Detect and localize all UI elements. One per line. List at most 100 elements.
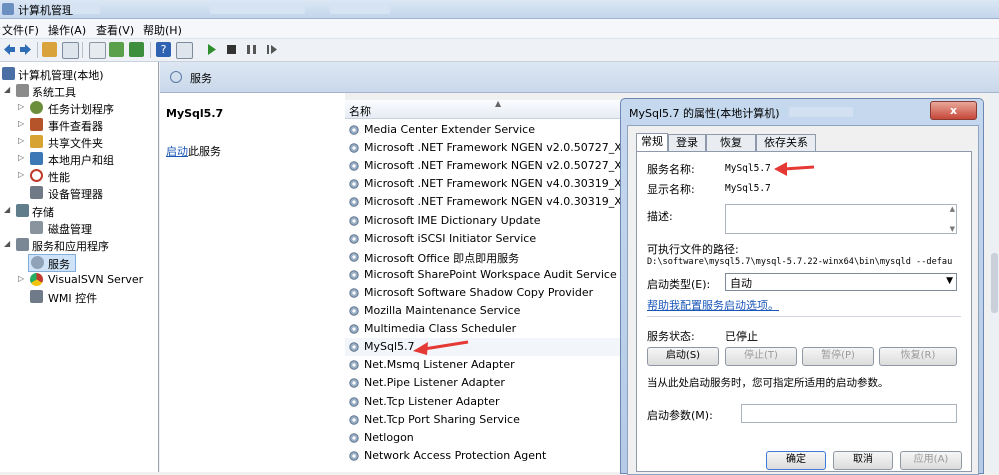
service-row-label: Mozilla Maintenance Service	[364, 304, 521, 317]
pause-button[interactable]: 暂停(P)	[802, 347, 874, 366]
expanded-arrow-icon[interactable]: ◢	[4, 85, 10, 94]
service-gear-icon	[348, 251, 360, 263]
tree-item-label: 磁盘管理	[48, 223, 92, 236]
service-row[interactable]: Media Center Extender Service	[345, 121, 625, 139]
close-button[interactable]: x	[930, 101, 977, 120]
service-status-label: 服务状态:	[647, 330, 695, 343]
menu-file[interactable]: 文件(F)	[2, 22, 39, 38]
scroll-up-icon[interactable]: ▲	[950, 205, 955, 213]
service-row[interactable]: Microsoft .NET Framework NGEN v2.0.50727…	[345, 139, 636, 157]
service-detail-pane: MySql5.7 启动此服务	[160, 93, 345, 472]
tree-item-label: 本地用户和组	[48, 154, 114, 167]
up-folder-icon[interactable]	[42, 42, 57, 57]
service-row[interactable]: Microsoft .NET Framework NGEN v4.0.30319…	[345, 193, 636, 211]
start-service-suffix: 此服务	[188, 145, 221, 158]
service-row[interactable]: Microsoft Software Shadow Copy Provider	[345, 284, 625, 302]
scroll-down-icon[interactable]: ▼	[950, 225, 955, 233]
service-row-label: Net.Tcp Port Sharing Service	[364, 412, 520, 426]
service-row[interactable]: Netlogon	[345, 429, 625, 447]
service-row[interactable]: Network Access Protection Agent	[345, 447, 625, 465]
tree-item-label: 性能	[48, 171, 70, 184]
description-box[interactable]: ▲ ▼	[725, 204, 957, 234]
collapsed-arrow-icon[interactable]: ▷	[18, 136, 24, 145]
service-row-label: Net.Msmq Listener Adapter	[364, 358, 515, 372]
description-label: 描述:	[647, 210, 673, 223]
tab-page-general: 服务名称: MySql5.7 显示名称: MySql5.7 描述: ▲ ▼ 可执…	[636, 151, 972, 472]
start-service-icon[interactable]	[204, 42, 219, 57]
exe-path-label: 可执行文件的路径:	[647, 243, 739, 256]
restart-service-icon[interactable]	[264, 42, 279, 57]
help-config-link[interactable]: 帮助我配置服务启动选项。	[647, 297, 779, 313]
menu-action[interactable]: 操作(A)	[48, 22, 86, 38]
annotation-arrow	[774, 162, 815, 176]
start-params-label: 启动参数(M):	[647, 409, 713, 422]
apply-button[interactable]: 应用(A)	[900, 451, 962, 470]
start-params-input[interactable]	[741, 404, 957, 423]
stop-service-icon[interactable]	[224, 42, 239, 57]
tab-recovery[interactable]: 恢复	[706, 134, 756, 152]
service-gear-icon	[348, 359, 360, 371]
back-icon[interactable]	[2, 42, 17, 57]
collapsed-arrow-icon[interactable]: ▷	[18, 170, 24, 179]
service-row[interactable]: Microsoft SharePoint Workspace Audit Ser…	[345, 266, 625, 284]
service-row[interactable]: Microsoft iSCSI Initiator Service	[345, 230, 625, 248]
collapsed-arrow-icon[interactable]: ▷	[18, 153, 24, 162]
collapsed-arrow-icon[interactable]: ▷	[18, 274, 24, 283]
forward-icon[interactable]	[18, 42, 33, 57]
computer-management-icon	[2, 3, 14, 15]
show-hide-tree-icon[interactable]	[62, 42, 79, 59]
stop-button[interactable]: 停止(T)	[725, 347, 797, 366]
service-row[interactable]: Microsoft .NET Framework NGEN v2.0.50727…	[345, 157, 636, 175]
menu-help[interactable]: 帮助(H)	[143, 22, 182, 38]
scroll-thumb[interactable]	[991, 253, 998, 313]
tree-item-label: 共享文件夹	[48, 137, 103, 150]
dialog-title-blur	[789, 107, 853, 117]
tab-general[interactable]: 常规	[636, 133, 668, 153]
tree-item-label: 事件查看器	[48, 120, 103, 133]
properties-icon[interactable]	[89, 42, 106, 59]
service-row[interactable]: Microsoft Office 即点即用服务	[345, 248, 625, 266]
selected-service-name: MySql5.7	[166, 107, 224, 120]
help-icon[interactable]: ?	[156, 42, 171, 57]
service-row[interactable]: Mozilla Maintenance Service	[345, 302, 625, 320]
service-row[interactable]: Multimedia Class Scheduler	[345, 320, 625, 338]
service-row[interactable]: Microsoft IME Dictionary Update	[345, 212, 625, 230]
toolbar-separator	[37, 42, 38, 58]
service-row[interactable]: Microsoft .NET Framework NGEN v4.0.30319…	[345, 175, 636, 193]
expanded-arrow-icon[interactable]: ◢	[4, 239, 10, 248]
pause-service-icon[interactable]	[244, 42, 259, 57]
service-row-label: Net.Pipe Listener Adapter	[364, 376, 505, 390]
export-list-icon[interactable]	[129, 42, 144, 57]
service-row[interactable]: Net.Pipe Listener Adapter	[345, 374, 625, 392]
tree-item-label: 设备管理器	[48, 188, 103, 201]
service-row[interactable]: MySql5.7	[345, 338, 625, 357]
tree-item-label: 存储	[32, 206, 54, 219]
service-row[interactable]: Net.Tcp Listener Adapter	[345, 393, 625, 411]
collapsed-arrow-icon[interactable]: ▷	[18, 119, 24, 128]
exe-path-value: D:\software\mysql5.7\mysql-5.7.22-winx64…	[647, 257, 953, 267]
service-row[interactable]: Net.Msmq Listener Adapter	[345, 356, 625, 374]
action-pane-icon[interactable]	[176, 42, 193, 59]
column-header-name[interactable]: 名称 ▲	[345, 99, 625, 119]
background-tab	[210, 4, 305, 14]
vertical-scrollbar[interactable]	[990, 93, 999, 472]
tree-item-label: WMI 控件	[48, 292, 98, 305]
expanded-arrow-icon[interactable]: ◢	[4, 205, 10, 214]
tab-dependencies[interactable]: 依存关系	[756, 134, 816, 152]
refresh-icon[interactable]	[109, 42, 124, 57]
tab-logon[interactable]: 登录	[668, 134, 706, 152]
service-gear-icon	[348, 323, 360, 335]
cancel-button[interactable]: 取消	[833, 451, 893, 470]
start-button[interactable]: 启动(S)	[647, 347, 719, 366]
start-service-link[interactable]: 启动	[166, 145, 188, 158]
ok-button[interactable]: 确定	[766, 451, 826, 470]
menu-view[interactable]: 查看(V)	[96, 22, 134, 38]
service-row[interactable]: Net.Tcp Port Sharing Service	[345, 411, 625, 429]
chevron-down-icon[interactable]: ▼	[946, 276, 953, 286]
startup-type-select[interactable]: 自动 ▼	[725, 273, 957, 291]
clock-icon	[30, 101, 43, 114]
resume-button[interactable]: 恢复(R)	[879, 347, 957, 366]
collapsed-arrow-icon[interactable]: ▷	[18, 102, 24, 111]
tree-item-services[interactable]: 服务	[28, 254, 76, 272]
wmi-icon	[30, 290, 43, 303]
